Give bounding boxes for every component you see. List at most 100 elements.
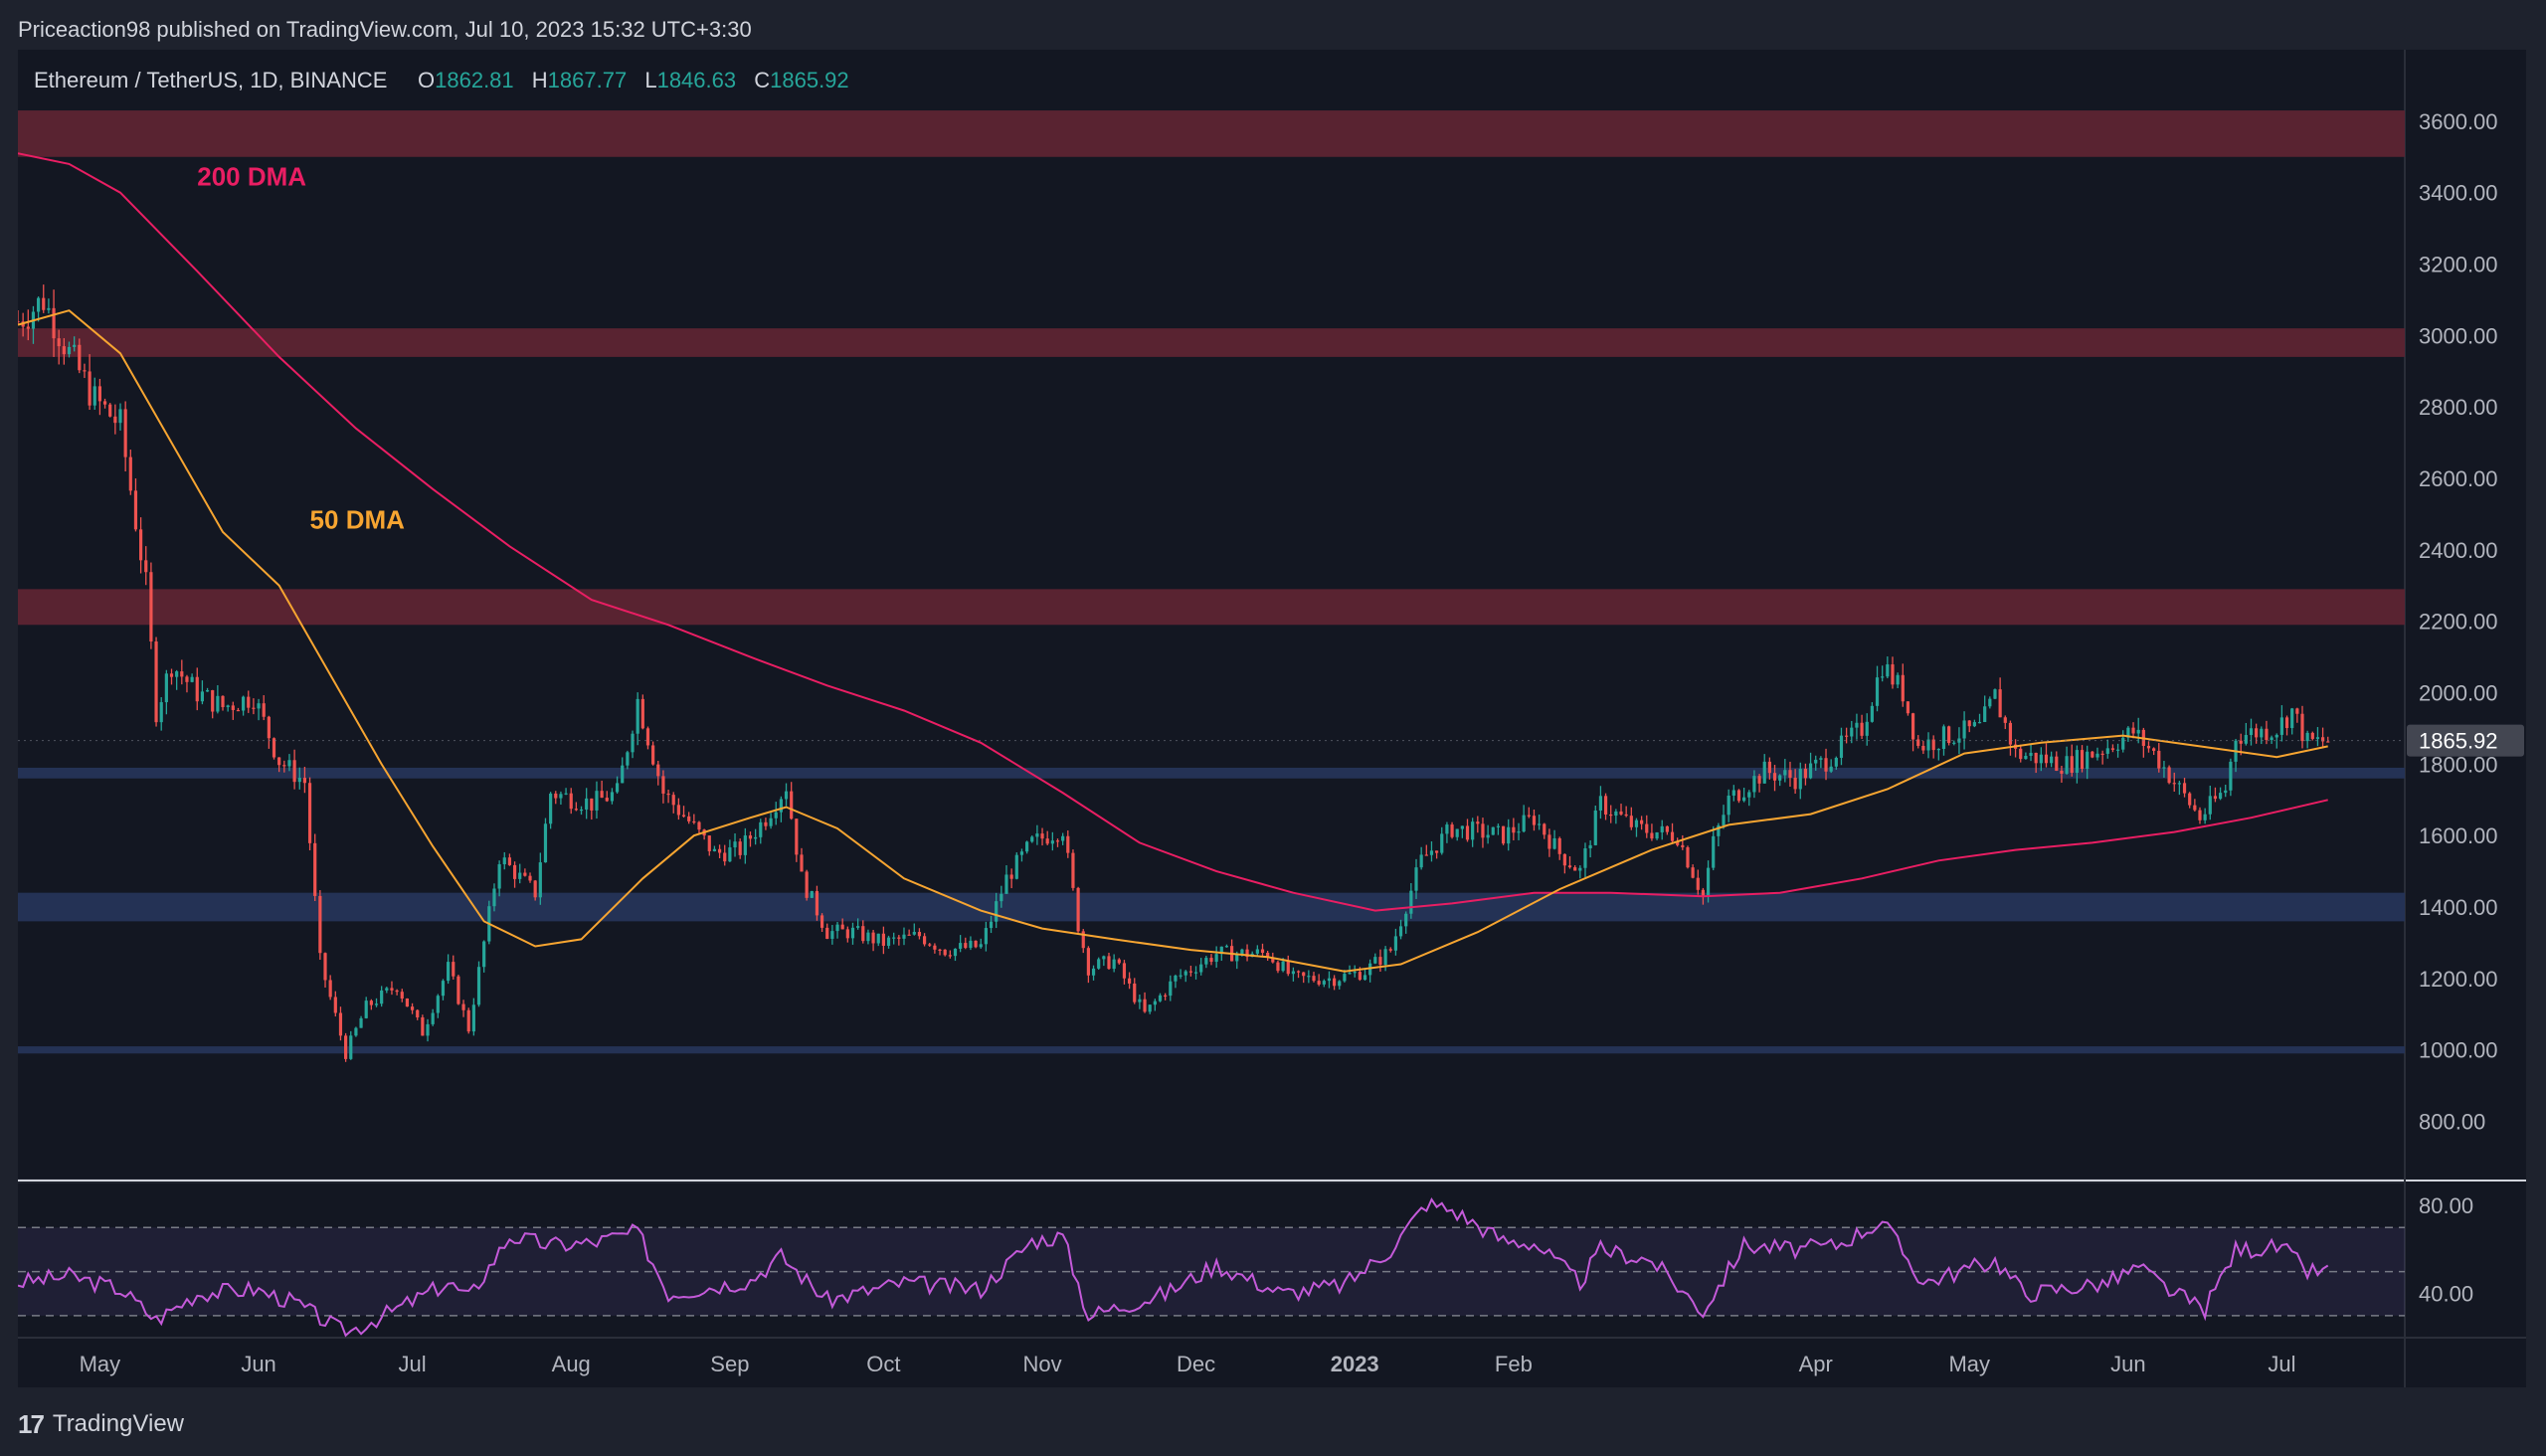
- candle-body: [102, 401, 107, 405]
- candle-body: [2208, 796, 2212, 815]
- candle-body: [175, 671, 179, 677]
- candle-body: [697, 821, 701, 830]
- candle-body: [2162, 767, 2166, 769]
- price-axis-bg: [2405, 50, 2526, 1387]
- candle-body: [1445, 824, 1449, 834]
- candle-body: [1926, 739, 1930, 751]
- candle-body: [1327, 978, 1332, 982]
- candle-body: [1921, 745, 1925, 751]
- candle-body: [1076, 887, 1080, 932]
- candle-body: [1471, 821, 1475, 840]
- candle-body: [1409, 890, 1413, 914]
- candle-body: [2146, 745, 2151, 749]
- price-tick-label: 1000.00: [2419, 1038, 2498, 1063]
- candle-body: [42, 297, 46, 310]
- candle-body: [1624, 814, 1628, 817]
- candle-body: [1224, 946, 1229, 948]
- candle-body: [1557, 837, 1561, 854]
- candle-body: [1522, 815, 1526, 832]
- candle-body: [1722, 815, 1726, 825]
- candle-body: [1891, 664, 1895, 685]
- candle-body: [421, 1016, 425, 1036]
- candle-body: [1276, 962, 1280, 972]
- candle-body: [1512, 826, 1516, 833]
- candle-body: [2050, 756, 2054, 764]
- candle-body: [1050, 840, 1054, 844]
- candle-body: [850, 927, 855, 939]
- candle-body: [621, 765, 625, 784]
- candle-body: [969, 940, 973, 949]
- open-label: O: [418, 68, 435, 92]
- candle-body: [456, 976, 460, 1004]
- candle-body: [2136, 729, 2140, 734]
- candle-body: [1798, 769, 1802, 790]
- candle-body: [1455, 828, 1459, 837]
- price-tick-label: 2800.00: [2419, 395, 2498, 420]
- candle-body: [1538, 823, 1542, 825]
- candle-body: [886, 937, 891, 946]
- candle-body: [159, 702, 163, 723]
- candle-body: [471, 1004, 475, 1032]
- chart-frame[interactable]: 200 DMA 50 DMA 800.00 1000.00 1200.00 1400.0…: [18, 50, 2526, 1387]
- candle-body: [92, 386, 96, 406]
- candle-body: [1193, 972, 1198, 974]
- candle-body: [2274, 734, 2278, 738]
- candle-body: [600, 791, 604, 799]
- candle-body: [2065, 756, 2069, 774]
- candle-body: [681, 815, 686, 817]
- candle-body: [1562, 853, 1566, 866]
- candle-body: [1066, 835, 1070, 853]
- candle-body: [447, 962, 451, 982]
- candle-body: [154, 641, 158, 723]
- candle-body: [37, 297, 41, 312]
- price-chart[interactable]: 200 DMA 50 DMA 800.00 1000.00 1200.00 1400.0…: [18, 50, 2526, 1387]
- candle-body: [564, 793, 568, 795]
- support-zone: [18, 1046, 2405, 1054]
- candle-body: [2055, 756, 2059, 771]
- symbol-label: Ethereum / TetherUS, 1D, BINANCE: [34, 68, 387, 92]
- candle-body: [441, 981, 446, 997]
- candle-body: [1476, 821, 1480, 824]
- candle-body: [676, 805, 680, 816]
- candle-body: [231, 705, 235, 710]
- candle-body: [1573, 867, 1577, 871]
- candle-body: [1174, 975, 1178, 982]
- candle-body: [1839, 735, 1844, 758]
- candle-body: [118, 409, 122, 424]
- candle-body: [1378, 957, 1382, 966]
- candle-body: [1527, 815, 1531, 817]
- price-tick-label: 3200.00: [2419, 253, 2498, 277]
- candle-body: [1962, 720, 1966, 739]
- candle-body: [252, 707, 256, 709]
- candle-body: [1429, 850, 1434, 855]
- candle-body: [1440, 833, 1444, 853]
- candle-body: [1603, 796, 1608, 815]
- candle-body: [595, 791, 599, 811]
- rsi-tick-label: 80.00: [2419, 1193, 2473, 1218]
- candle-body: [2239, 740, 2243, 744]
- candle-body: [1619, 811, 1623, 815]
- candle-body: [922, 936, 927, 945]
- candle-body: [364, 1001, 368, 1018]
- candle-body: [1450, 824, 1454, 837]
- candle-body: [1640, 819, 1644, 824]
- candle-body: [247, 696, 251, 708]
- price-tick-label: 1600.00: [2419, 823, 2498, 848]
- candle-body: [2070, 756, 2074, 773]
- candle-body: [1296, 971, 1301, 973]
- candle-body: [344, 1035, 348, 1059]
- candle-body: [1112, 959, 1116, 970]
- candle-body: [1834, 757, 1838, 767]
- candle-body: [307, 783, 312, 843]
- candle-body: [57, 338, 61, 347]
- candle-body: [52, 307, 56, 339]
- candle-body: [1255, 949, 1259, 954]
- candle-body: [2034, 752, 2038, 764]
- price-tick-label: 2000.00: [2419, 681, 2498, 706]
- candle-body: [830, 931, 834, 939]
- candle-body: [2024, 755, 2028, 760]
- candle-body: [1035, 833, 1039, 837]
- candle-body: [2326, 741, 2330, 743]
- candle-body: [1164, 995, 1168, 998]
- candle-body: [333, 997, 337, 1013]
